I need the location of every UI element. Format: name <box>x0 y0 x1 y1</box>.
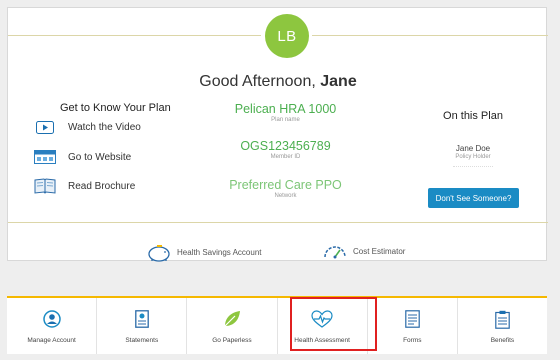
policy-holder-block: Jane Doe Policy Holder <box>418 144 528 160</box>
network-label: Network <box>274 193 297 199</box>
health-savings-account-label: Health Savings Account <box>177 247 262 257</box>
network-value: Preferred Care PPO <box>229 178 342 192</box>
nav-forms[interactable]: Forms <box>368 298 458 354</box>
policy-holder-name: Jane Doe <box>455 144 491 153</box>
member-id-label: Member ID <box>270 154 301 160</box>
member-id-value: OGS123456789 <box>240 139 331 153</box>
nav-forms-label: Forms <box>403 337 422 344</box>
nav-benefits-label: Benefits <box>490 337 515 344</box>
nav-statements[interactable]: Statements <box>97 298 188 354</box>
plan-summary-card: LB Good Afternoon, Jane Get to Know Your… <box>7 7 548 262</box>
selection-highlight <box>290 297 377 351</box>
nav-manage-account[interactable]: Manage Account <box>7 298 98 354</box>
gauge-icon <box>322 242 348 260</box>
nav-go-paperless-label: Go Paperless <box>212 337 252 344</box>
cost-estimator-link[interactable]: Cost Estimator <box>322 242 405 260</box>
member-id-block: OGS123456789 Member ID <box>213 139 358 160</box>
go-to-website-link[interactable]: Go to Website <box>30 150 131 164</box>
statements-icon <box>134 309 149 329</box>
header-divider-left <box>8 35 261 36</box>
network-block: Preferred Care PPO Network <box>213 178 358 199</box>
plan-name-value: Pelican HRA 1000 <box>234 102 337 116</box>
nav-statements-label: Statements <box>125 337 159 344</box>
divider <box>453 166 493 167</box>
read-brochure-label: Read Brochure <box>68 180 136 192</box>
know-plan-title: Get to Know Your Plan <box>60 102 171 114</box>
watch-video-label: Watch the Video <box>68 122 141 133</box>
nav-benefits[interactable]: Benefits <box>458 298 547 354</box>
website-icon <box>30 150 60 164</box>
account-icon <box>42 309 61 329</box>
bottom-nav-bar: Manage Account Statements Go Paperless H… <box>7 296 547 354</box>
clipboard-icon <box>495 309 510 329</box>
nav-manage-account-label: Manage Account <box>27 337 76 344</box>
leaf-icon <box>222 309 242 329</box>
header-divider-right <box>312 35 548 36</box>
greeting-name: Jane <box>320 73 357 90</box>
play-video-icon <box>30 121 60 134</box>
greeting: Good Afternoon, Jane <box>8 73 548 91</box>
dont-see-someone-button[interactable]: Don't See Someone? <box>428 188 519 208</box>
plan-name-label: Plan name <box>271 117 300 123</box>
on-this-plan-title: On this Plan <box>443 110 503 122</box>
brochure-icon <box>30 178 60 194</box>
avatar[interactable]: LB <box>265 14 309 58</box>
go-to-website-label: Go to Website <box>68 151 132 163</box>
forms-icon <box>404 309 420 329</box>
nav-go-paperless[interactable]: Go Paperless <box>187 298 278 354</box>
plan-name-block: Pelican HRA 1000 Plan name <box>213 102 358 123</box>
piggy-bank-icon <box>146 242 172 262</box>
read-brochure-link[interactable]: Read Brochure <box>30 178 135 194</box>
greeting-prefix: Good Afternoon, <box>199 73 316 90</box>
tools-divider <box>8 222 548 223</box>
cost-estimator-label: Cost Estimator <box>353 246 406 256</box>
watch-video-link[interactable]: Watch the Video <box>30 121 141 134</box>
health-savings-account-link[interactable]: Health Savings Account <box>146 242 262 262</box>
policy-holder-role: Policy Holder <box>455 154 491 160</box>
